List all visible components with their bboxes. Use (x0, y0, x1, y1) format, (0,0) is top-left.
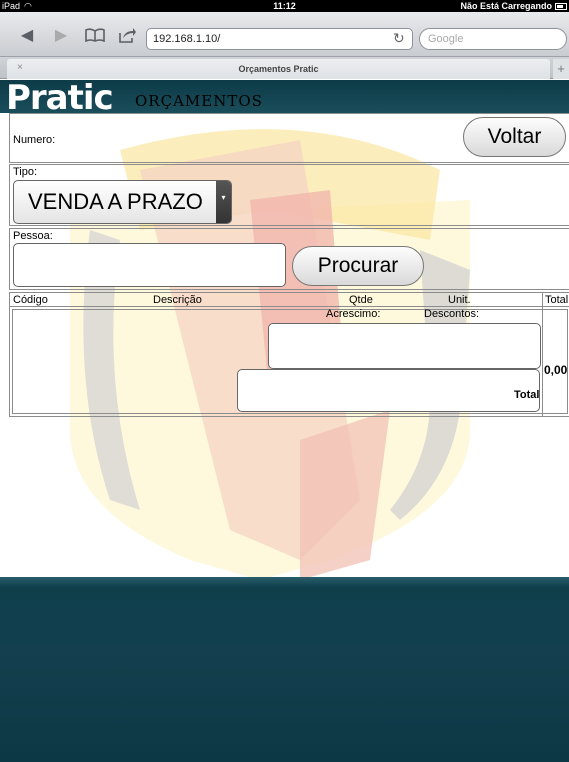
tipo-select[interactable]: VENDA A PRAZO ▾ (13, 180, 232, 224)
divider (542, 307, 543, 416)
tab-title: Orçamentos Pratic (238, 64, 319, 74)
total-field[interactable] (237, 369, 540, 412)
total-value: 0,00 (544, 363, 568, 377)
bookmarks-book-icon[interactable] (82, 24, 108, 46)
col-codigo: Código (13, 294, 48, 306)
voltar-button[interactable]: Voltar (463, 117, 566, 157)
chevron-down-icon: ▾ (216, 181, 231, 223)
forward-arrow-icon[interactable]: ▶ (48, 24, 74, 46)
address-bar[interactable]: 192.168.1.10/ (146, 28, 413, 50)
loading-status: Não Está Carregando (460, 1, 552, 11)
browser-toolbar: ◀ ▶ 192.168.1.10/ ↻ Google (0, 12, 569, 57)
items-table: Código Descrição Qtde Unit. Total Acresc… (9, 292, 569, 417)
acrescimo-descontos-field[interactable] (268, 323, 541, 369)
tab-orcamentos[interactable]: × Orçamentos Pratic (7, 59, 550, 79)
descontos-label: Descontos: (424, 308, 480, 320)
acrescimo-label: Acrescimo: (326, 308, 381, 320)
total-label: Total (514, 389, 540, 401)
tipo-label: Tipo: (13, 166, 38, 178)
numero-label: Numero: (13, 134, 56, 146)
col-total: Total (545, 294, 569, 306)
tab-bar: × Orçamentos Pratic + (0, 57, 569, 79)
logo-subtitle: ORÇAMENTOS (135, 92, 263, 110)
col-descricao: Descrição (153, 294, 202, 306)
table-header: Código Descrição Qtde Unit. Total (10, 293, 569, 307)
procurar-button[interactable]: Procurar (292, 246, 424, 286)
app-header: Pratic ORÇAMENTOS (0, 80, 569, 118)
new-tab-icon[interactable]: + (553, 59, 569, 79)
tipo-selected-value: VENDA A PRAZO (28, 189, 203, 214)
col-qtde: Qtde (349, 294, 373, 306)
back-arrow-icon[interactable]: ◀ (14, 24, 40, 46)
pessoa-label: Pessoa: (13, 230, 53, 242)
reload-icon[interactable]: ↻ (393, 30, 405, 47)
battery-icon (555, 2, 567, 10)
col-unit: Unit. (448, 294, 471, 306)
share-icon[interactable] (114, 24, 140, 46)
divider (542, 293, 543, 307)
status-bar: iPad ◠ 11:12 Não Está Carregando (0, 0, 569, 12)
footer-band (0, 577, 569, 762)
pessoa-input[interactable] (13, 243, 286, 287)
search-field[interactable]: Google (419, 28, 567, 50)
